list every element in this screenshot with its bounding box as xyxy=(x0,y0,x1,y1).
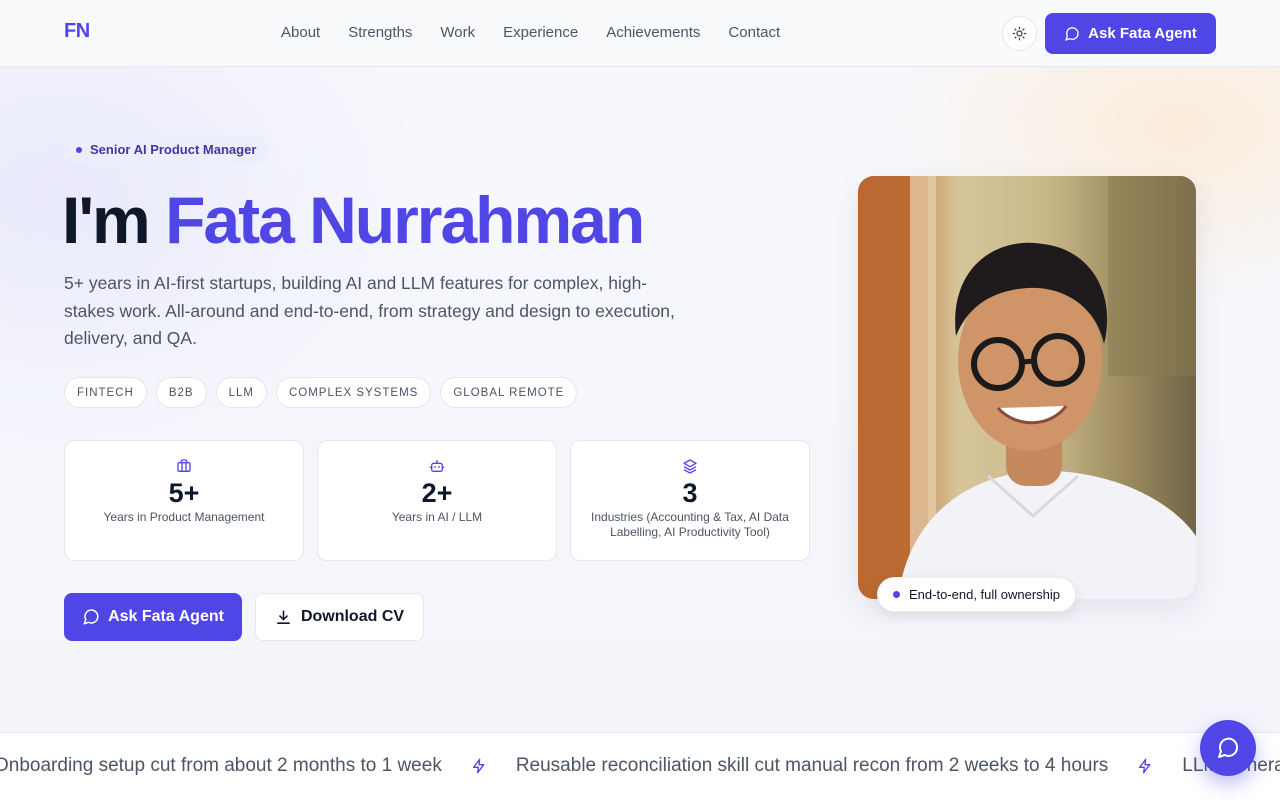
download-cv-label: Download CV xyxy=(300,608,405,625)
stat-value: 5+ xyxy=(168,478,200,508)
nav-experience[interactable]: Experience xyxy=(503,24,578,41)
tag-chip: LLM xyxy=(215,377,267,408)
chat-bubble-icon xyxy=(83,609,99,625)
stat-card: 2+ Years in AI / LLM xyxy=(317,440,557,561)
role-badge-label: Senior AI Product Manager xyxy=(90,142,257,157)
tag-chip: B2B xyxy=(155,377,207,408)
robot-icon xyxy=(429,460,445,472)
nav-contact[interactable]: Contact xyxy=(728,24,780,41)
ticker-separator xyxy=(1108,757,1182,775)
profile-portrait-illustration xyxy=(858,176,1196,599)
nav-strengths[interactable]: Strengths xyxy=(348,24,412,41)
lightning-icon xyxy=(1139,758,1151,774)
stat-label: Industries (Accounting & Tax, AI Data La… xyxy=(591,510,789,539)
download-cv-button[interactable]: Download CV xyxy=(255,593,424,641)
ticker-item: Reusable reconciliation skill cut manual… xyxy=(515,755,1109,776)
ask-agent-label: Ask Fata Agent xyxy=(108,608,224,625)
header-ask-agent-label: Ask Fata Agent xyxy=(1088,25,1197,42)
ticker-item: Onboarding setup cut from about 2 months… xyxy=(0,755,442,776)
hero-title: I'm Fata Nurrahman xyxy=(62,182,645,258)
site-logo[interactable]: FN xyxy=(64,20,90,43)
photo-caption: End-to-end, full ownership xyxy=(877,577,1077,612)
header-ask-agent-button[interactable]: Ask Fata Agent xyxy=(1045,13,1216,54)
stat-value: 3 xyxy=(682,478,698,508)
achievements-ticker: Onboarding setup cut from about 2 months… xyxy=(0,732,1280,800)
theme-toggle-button[interactable] xyxy=(1002,16,1037,51)
sun-icon xyxy=(1012,26,1027,41)
stat-value: 2+ xyxy=(421,478,453,508)
hero-description: 5+ years in AI-first startups, building … xyxy=(64,273,675,348)
profile-photo xyxy=(858,176,1196,599)
tag-list: FINTECH B2B LLM COMPLEX SYSTEMS GLOBAL R… xyxy=(64,377,578,408)
stat-label: Years in AI / LLM xyxy=(391,510,483,524)
badge-dot xyxy=(76,146,82,153)
stats-row: 5+ Years in Product Management 2+ Years … xyxy=(64,440,810,561)
chat-bubble-icon xyxy=(1065,26,1079,41)
cta-row: Ask Fata Agent Download CV xyxy=(64,593,424,641)
ticker-separator xyxy=(442,757,516,775)
photo-caption-label: End-to-end, full ownership xyxy=(909,587,1061,602)
caption-dot xyxy=(893,591,900,598)
hero-title-prefix: I'm xyxy=(62,183,166,257)
tag-chip: FINTECH xyxy=(64,377,147,408)
chat-launcher-button[interactable] xyxy=(1200,720,1256,776)
nav-achievements[interactable]: Achievements xyxy=(606,24,700,41)
stat-card: 5+ Years in Product Management xyxy=(64,440,304,561)
download-icon xyxy=(276,609,290,624)
main-nav: About Strengths Work Experience Achievem… xyxy=(281,24,780,41)
stat-label: Years in Product Management xyxy=(103,510,265,524)
stat-card: 3 Industries (Accounting & Tax, AI Data … xyxy=(570,440,810,561)
nav-work[interactable]: Work xyxy=(440,24,475,41)
lightning-icon xyxy=(472,758,485,774)
top-header: FN About Strengths Work Experience Achie… xyxy=(0,0,1280,67)
hero-title-name: Fata Nurrahman xyxy=(165,183,645,257)
briefcase-icon xyxy=(177,459,191,472)
ask-agent-button[interactable]: Ask Fata Agent xyxy=(64,593,242,641)
role-badge: Senior AI Product Manager xyxy=(64,135,269,164)
nav-about[interactable]: About xyxy=(281,24,320,41)
tag-chip: GLOBAL REMOTE xyxy=(440,377,578,408)
ticker-track: Onboarding setup cut from about 2 months… xyxy=(0,755,1280,777)
tag-chip: COMPLEX SYSTEMS xyxy=(275,377,432,408)
chat-bubble-icon xyxy=(1218,737,1239,758)
layers-icon xyxy=(683,459,697,474)
